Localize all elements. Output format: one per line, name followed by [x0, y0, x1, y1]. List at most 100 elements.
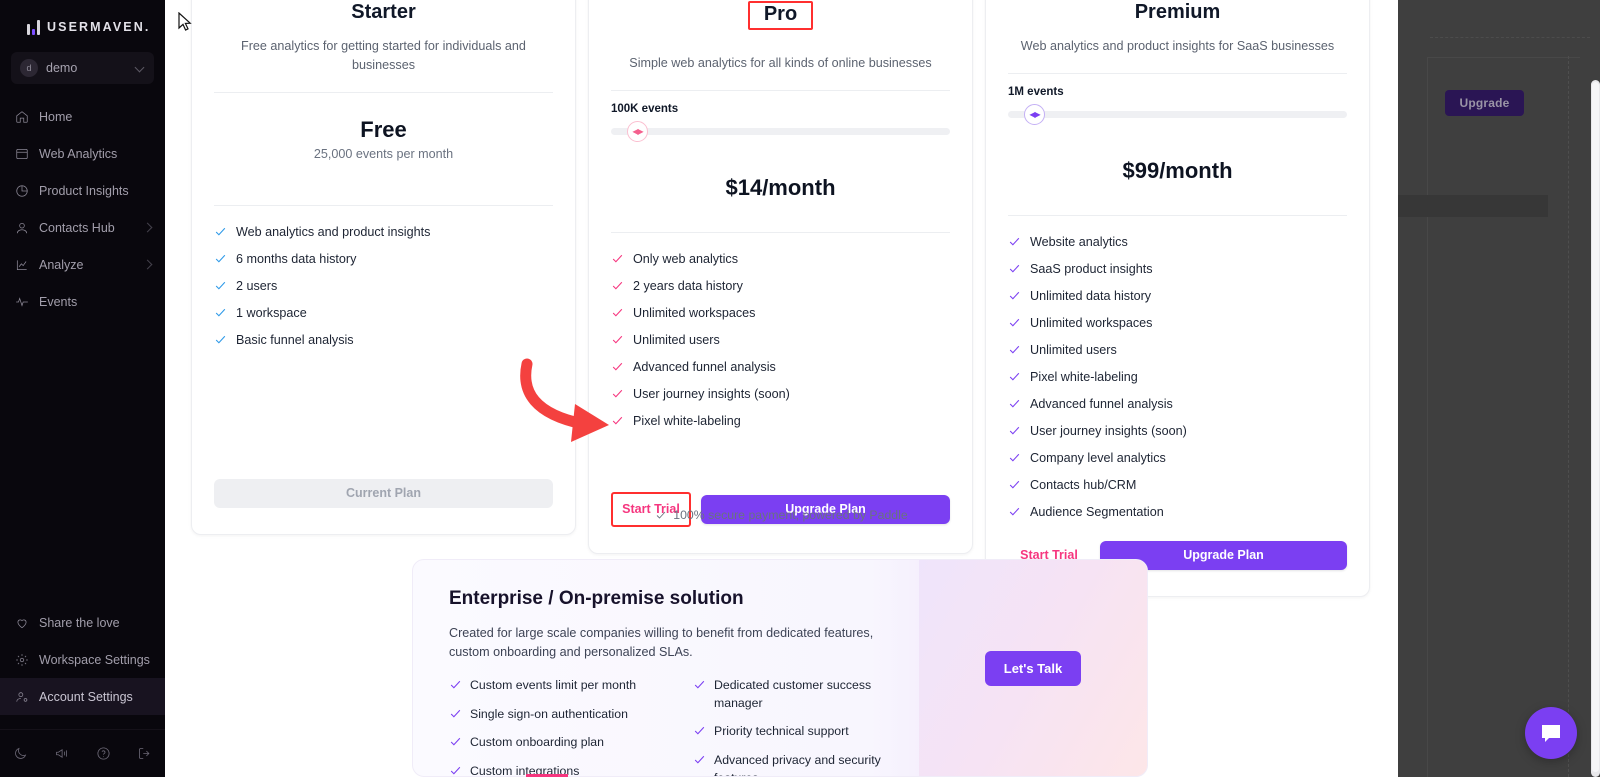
sidebar-item-share-the-love[interactable]: Share the love — [0, 604, 165, 641]
slider-track[interactable] — [611, 128, 950, 135]
backdrop-row-highlight — [1398, 195, 1548, 217]
feature-item: Unlimited workspaces — [1008, 315, 1347, 332]
sidebar-item-home[interactable]: Home — [0, 98, 165, 135]
feature-label: Website analytics — [1030, 234, 1128, 251]
workspace-avatar: d — [20, 59, 38, 77]
feature-label: Advanced funnel analysis — [1030, 396, 1173, 413]
sidebar-item-label: Analyze — [39, 258, 133, 272]
sidebar-item-label: Home — [39, 110, 153, 124]
background-upgrade-button[interactable]: Upgrade — [1445, 90, 1524, 116]
chart-icon — [14, 257, 29, 272]
usermaven-logo-icon — [27, 19, 40, 35]
enterprise-features-right: Dedicated customer success manager Prior… — [693, 677, 919, 777]
check-icon — [1008, 235, 1021, 248]
sidebar-item-contacts-hub[interactable]: Contacts Hub — [0, 209, 165, 246]
sidebar-item-events[interactable]: Events — [0, 283, 165, 320]
user-gear-icon — [14, 689, 29, 704]
check-icon — [214, 252, 227, 265]
activity-icon — [14, 294, 29, 309]
workspace-switcher[interactable]: d demo — [11, 52, 154, 84]
plan-title: Premium — [1008, 1, 1347, 24]
plan-actions: Start Trial Upgrade Plan — [589, 492, 972, 553]
feature-label: Priority technical support — [714, 723, 849, 741]
feature-label: Single sign-on authentication — [470, 706, 628, 724]
backdrop-panel — [1427, 57, 1580, 777]
megaphone-icon[interactable] — [54, 746, 69, 761]
sidebar-footer — [0, 729, 165, 777]
brand-logo[interactable]: USERMAVEN. — [0, 0, 165, 40]
feature-item: 6 months data history — [214, 251, 553, 268]
check-icon — [611, 387, 624, 400]
slider-handle[interactable]: ◀▶ — [627, 121, 648, 142]
feature-label: Advanced funnel analysis — [633, 359, 776, 376]
enterprise-cta-panel: Let's Talk — [919, 560, 1147, 776]
feature-item: Custom events limit per month — [449, 677, 675, 695]
secure-payment-note: 100% secure payment, powered by Paddle — [165, 508, 1398, 522]
feature-item: Pixel white-labeling — [611, 413, 950, 430]
check-icon — [1008, 424, 1021, 437]
check-icon — [214, 306, 227, 319]
sidebar-item-account-settings[interactable]: Account Settings — [0, 678, 165, 715]
help-circle-icon[interactable] — [96, 746, 111, 761]
backdrop-divider-vertical — [1568, 56, 1569, 777]
feature-item: Only web analytics — [611, 251, 950, 268]
sidebar-item-web-analytics[interactable]: Web Analytics — [0, 135, 165, 172]
feature-item: Dedicated customer success manager — [693, 677, 919, 713]
plan-title: Starter — [214, 1, 553, 24]
feature-label: User journey insights (soon) — [633, 386, 790, 403]
logout-icon[interactable] — [137, 746, 152, 761]
plan-features: Only web analytics 2 years data history … — [589, 233, 972, 430]
check-icon — [611, 333, 624, 346]
moon-icon[interactable] — [13, 746, 28, 761]
sidebar-item-label: Web Analytics — [39, 147, 153, 161]
sidebar-item-label: Events — [39, 295, 153, 309]
check-icon — [449, 764, 462, 777]
check-icon — [214, 333, 227, 346]
feature-item: Advanced funnel analysis — [611, 359, 950, 376]
feature-label: Pixel white-labeling — [633, 413, 741, 430]
feature-label: Advanced privacy and security features — [714, 752, 919, 777]
plan-card-pro: Pro Simple web analytics for all kinds o… — [588, 0, 973, 554]
check-icon — [611, 306, 624, 319]
slider-value-label: 100K events — [611, 103, 950, 115]
check-icon — [655, 509, 667, 521]
sidebar-item-label: Contacts Hub — [39, 221, 133, 235]
plan-actions: Current Plan — [192, 479, 575, 534]
feature-label: Unlimited workspaces — [1030, 315, 1152, 332]
plan-header: Premium Web analytics and product insigh… — [986, 1, 1369, 73]
enterprise-subtitle: Created for large scale companies willin… — [449, 624, 879, 662]
pricing-modal: Starter Free analytics for getting start… — [165, 0, 1398, 777]
check-icon — [611, 360, 624, 373]
backdrop-divider-horizontal — [1430, 37, 1590, 38]
sidebar-item-label: Share the love — [39, 616, 153, 630]
plan-price-subtitle: 25,000 events per month — [192, 147, 575, 205]
slider-track[interactable] — [1008, 111, 1347, 118]
enterprise-feature-columns: Custom events limit per month Single sig… — [449, 677, 919, 777]
feature-item: User journey insights (soon) — [611, 386, 950, 403]
sidebar-item-workspace-settings[interactable]: Workspace Settings — [0, 641, 165, 678]
sidebar-item-analyze[interactable]: Analyze — [0, 246, 165, 283]
check-icon — [611, 414, 624, 427]
events-slider-pro[interactable]: 100K events ◀▶ — [589, 91, 972, 143]
feature-label: Only web analytics — [633, 251, 738, 268]
slider-track-row[interactable]: ◀▶ — [1008, 104, 1347, 126]
feature-item: Pixel white-labeling — [1008, 369, 1347, 386]
slider-track-row[interactable]: ◀▶ — [611, 121, 950, 143]
sidebar-item-product-insights[interactable]: Product Insights — [0, 172, 165, 209]
lets-talk-button[interactable]: Let's Talk — [985, 651, 1081, 686]
feature-label: Contacts hub/CRM — [1030, 477, 1136, 494]
sidebar-item-label: Product Insights — [39, 184, 153, 198]
feature-label: Unlimited data history — [1030, 288, 1151, 305]
page-scrollbar-thumb[interactable] — [1592, 82, 1599, 772]
chevron-down-icon — [135, 63, 145, 73]
check-icon — [611, 279, 624, 292]
feature-label: Basic funnel analysis — [236, 332, 354, 349]
check-icon — [1008, 370, 1021, 383]
chat-widget-button[interactable] — [1525, 707, 1577, 759]
feature-item: Single sign-on authentication — [449, 706, 675, 724]
feature-item: Contacts hub/CRM — [1008, 477, 1347, 494]
slider-handle[interactable]: ◀▶ — [1024, 104, 1045, 125]
enterprise-content: Enterprise / On-premise solution Created… — [413, 560, 919, 776]
events-slider-premium[interactable]: 1M events ◀▶ — [986, 74, 1369, 126]
feature-label: Custom events limit per month — [470, 677, 636, 695]
